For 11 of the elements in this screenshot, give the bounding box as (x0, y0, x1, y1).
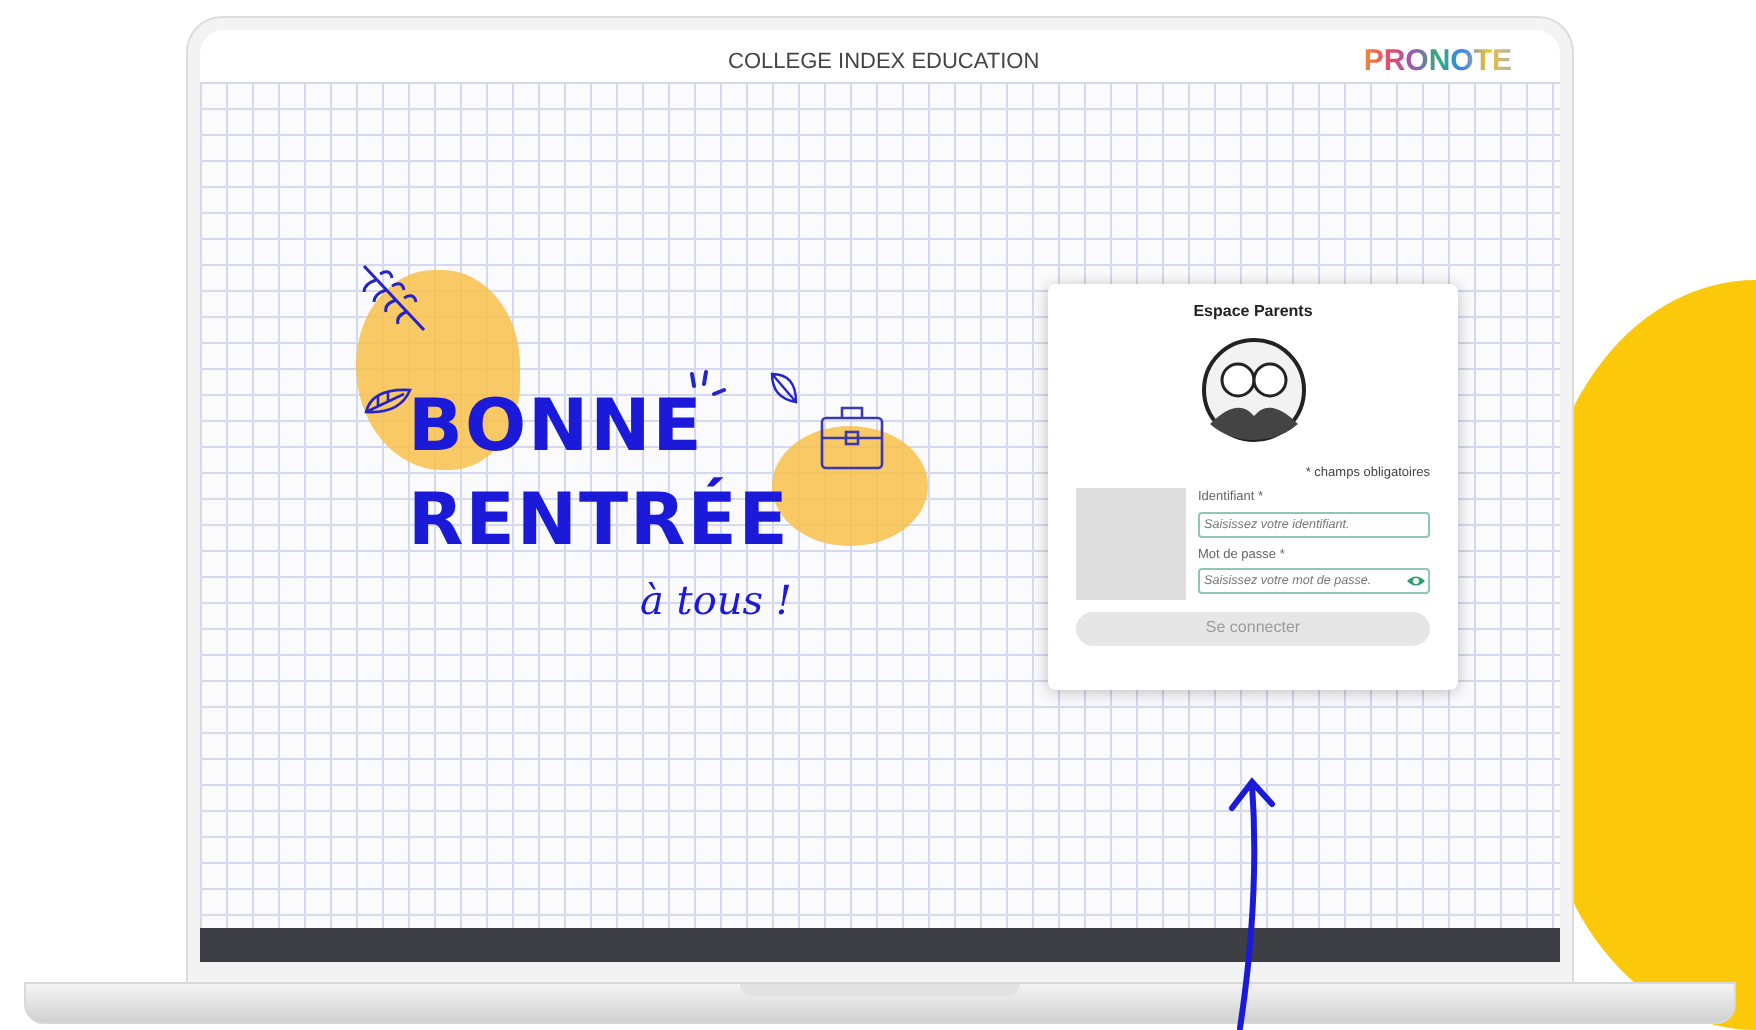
image-placeholder (1076, 487, 1186, 600)
leaf-icon (768, 370, 800, 406)
login-title: Espace Parents (1193, 300, 1313, 324)
banner-heading: RENTRÉE (408, 475, 790, 566)
eye-icon[interactable] (1406, 574, 1426, 589)
parents-avatar-icon (1199, 336, 1307, 444)
leaf-branch-icon (360, 262, 428, 334)
window-title: COLLEGE INDEX EDUCATION (728, 48, 1040, 78)
leaf-icon (364, 386, 412, 414)
briefcase-icon (816, 402, 888, 474)
banner-subtitle: à tous ! (640, 573, 792, 628)
